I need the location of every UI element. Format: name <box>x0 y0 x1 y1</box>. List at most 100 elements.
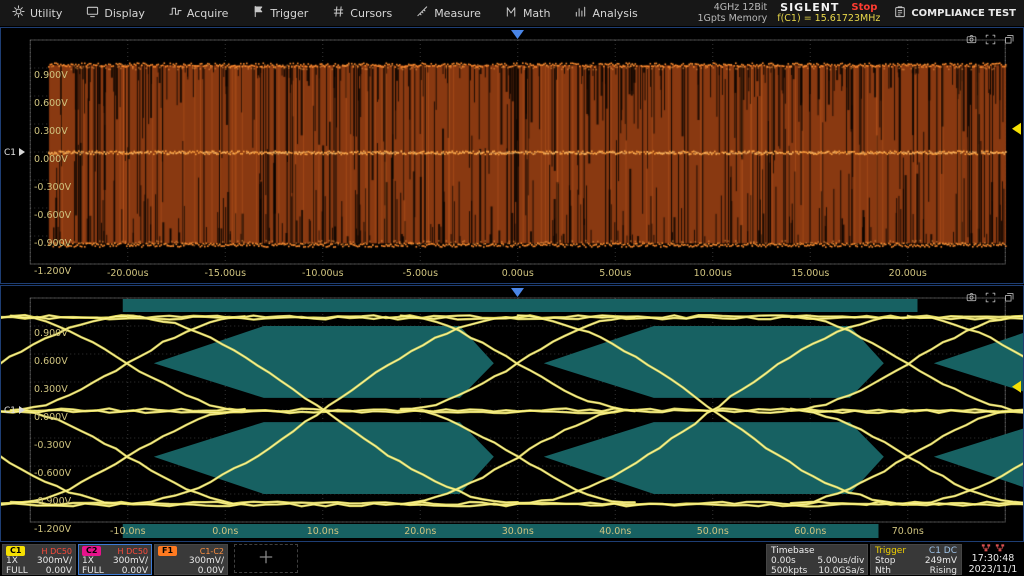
expand-icon[interactable] <box>985 30 996 49</box>
channel-box-c1[interactable]: C1H DC501X300mV/FULL0.00V <box>2 544 76 575</box>
clock-block: 17:30:482023/11/1 <box>964 544 1022 575</box>
compliance-test-button[interactable]: COMPLIANCE TEST <box>890 5 1020 21</box>
v-axis-label: -0.600V <box>34 210 72 221</box>
mask-region-top <box>123 299 918 312</box>
menu-item-utility[interactable]: Utility <box>0 0 74 26</box>
menu-item-label: Display <box>104 7 145 20</box>
gear-icon <box>12 5 25 21</box>
mask-region-eye <box>544 326 884 398</box>
menu-item-trigger[interactable]: Trigger <box>240 0 320 26</box>
timebase-rate: 10.0GSa/s <box>817 566 864 576</box>
channel-offset: 0.00V <box>46 566 72 576</box>
t-axis-label: -10.00us <box>302 268 344 279</box>
timebase-panel[interactable]: Timebase0.00s5.00us/div500kpts10.0GSa/s <box>766 544 868 575</box>
trigger-title: Trigger <box>875 546 906 556</box>
trigger-position-marker[interactable] <box>511 288 524 297</box>
mask-region-eye <box>154 422 494 494</box>
hw-memory: 1Gpts Memory <box>697 13 767 24</box>
t-axis-label: -20.00us <box>107 268 149 279</box>
t-axis-label: 10.00us <box>694 268 732 279</box>
channel-scale: 300mV/ <box>189 556 224 566</box>
menu-item-measure[interactable]: Measure <box>404 0 493 26</box>
menu-item-display[interactable]: Display <box>74 0 157 26</box>
v-axis-label: -0.900V <box>34 496 72 507</box>
analysis-icon <box>574 5 587 21</box>
plus-icon <box>253 549 279 569</box>
trigger-panel[interactable]: TriggerC1 DCStop249mVNth EdgeRising <box>870 544 962 575</box>
menu-right-cluster: 4GHz 12Bit 1Gpts Memory SIGLENT Stop f(C… <box>697 2 1024 24</box>
v-axis-label: 0.000V <box>34 154 68 165</box>
eye-diagram-panel[interactable]: 0.900V0.600V0.300V0.000V-0.300V-0.600V-0… <box>0 285 1024 542</box>
channel-box-c2[interactable]: C2H DC501X300mV/FULL0.00V <box>78 544 152 575</box>
channel-probe: 1X <box>82 556 94 566</box>
v-axis-label: -0.600V <box>34 468 72 479</box>
hw-bandwidth: 4GHz 12Bit <box>697 2 767 13</box>
acquire-icon <box>169 5 182 21</box>
menu-item-acquire[interactable]: Acquire <box>157 0 240 26</box>
detach-icon[interactable] <box>1004 288 1015 307</box>
v-axis-label: 0.000V <box>34 412 68 423</box>
v-axis-label: 0.600V <box>34 356 68 367</box>
camera-icon[interactable] <box>966 288 977 307</box>
channel-offset-marker[interactable]: C1 <box>4 148 16 158</box>
detach-icon[interactable] <box>1004 30 1015 49</box>
channel-coupling: H DC50 <box>118 547 148 556</box>
channel-offset: 0.00V <box>122 566 148 576</box>
channel-coupling: H DC50 <box>42 547 72 556</box>
hardware-info: 4GHz 12Bit 1Gpts Memory <box>697 2 767 24</box>
v-axis-label: -0.900V <box>34 238 72 249</box>
eye-traces <box>1 315 1023 506</box>
compliance-test-label: COMPLIANCE TEST <box>911 8 1016 19</box>
t-axis-label: 30.0ns <box>502 526 534 537</box>
trigger-type: Nth Edge <box>875 566 915 576</box>
axis-labels: 0.900V0.600V0.300V0.000V-0.300V-0.600V-0… <box>34 70 927 279</box>
panel-window-controls <box>966 30 1015 49</box>
expand-icon[interactable] <box>985 288 996 307</box>
channel-scale: 300mV/ <box>37 556 72 566</box>
menu-item-label: Trigger <box>270 7 308 20</box>
channel-scale: 300mV/ <box>113 556 148 566</box>
panel-window-controls <box>966 288 1015 307</box>
lan-icon[interactable] <box>995 544 1005 553</box>
flag-icon <box>252 5 265 21</box>
v-axis-label: -1.200V <box>34 524 72 535</box>
measure-icon <box>416 5 429 21</box>
camera-icon[interactable] <box>966 30 977 49</box>
v-axis-label: 0.900V <box>34 328 68 339</box>
cursors-icon <box>332 5 345 21</box>
channel-offset-marker[interactable]: C1 <box>4 406 16 416</box>
add-channel-button[interactable] <box>234 544 298 573</box>
menu-item-math[interactable]: Math <box>493 0 563 26</box>
trigger-level-marker[interactable] <box>1012 123 1021 135</box>
menu-item-label: Measure <box>434 7 481 20</box>
v-axis-label: 0.600V <box>34 98 68 109</box>
t-axis-label: 50.0ns <box>697 526 729 537</box>
brand-block: SIGLENT Stop f(C1) = 15.61723MHz <box>777 2 880 24</box>
timebase-title: Timebase <box>771 546 814 556</box>
channel-offset: 0.00V <box>198 566 224 576</box>
t-axis-label: -10.0ns <box>110 526 146 537</box>
math-icon <box>505 5 518 21</box>
clipboard-icon <box>894 5 906 21</box>
lan-icon[interactable] <box>981 544 991 553</box>
channel-probe: 1X <box>6 556 18 566</box>
brand-logo: SIGLENT <box>780 2 839 13</box>
t-axis-label: 15.00us <box>791 268 829 279</box>
acquisition-status[interactable]: Stop <box>851 2 877 13</box>
menu-item-cursors[interactable]: Cursors <box>320 0 404 26</box>
t-axis-label: 0.0ns <box>212 526 238 537</box>
status-bar: C1H DC501X300mV/FULL0.00VC2H DC501X300mV… <box>0 542 1024 576</box>
trigger-status: Stop <box>875 556 915 566</box>
channel-bandwidth: FULL <box>6 566 28 576</box>
menu-item-analysis[interactable]: Analysis <box>562 0 649 26</box>
menu-item-label: Cursors <box>350 7 392 20</box>
acquisition-panel[interactable]: 0.900V0.600V0.300V0.000V-0.300V-0.600V-0… <box>0 27 1024 284</box>
trigger-position-marker[interactable] <box>511 30 524 39</box>
function-source: C1-C2 <box>200 547 224 556</box>
channel-badge: F1 <box>158 546 177 556</box>
t-axis-label: -15.00us <box>204 268 246 279</box>
overlay-layer: 0.900V0.600V0.300V0.000V-0.300V-0.600V-0… <box>1 28 1023 283</box>
t-axis-label: 40.0ns <box>599 526 631 537</box>
channel-box-f1[interactable]: F1 C1-C2300mV/0.00V <box>154 544 228 575</box>
t-axis-label: 20.00us <box>889 268 927 279</box>
